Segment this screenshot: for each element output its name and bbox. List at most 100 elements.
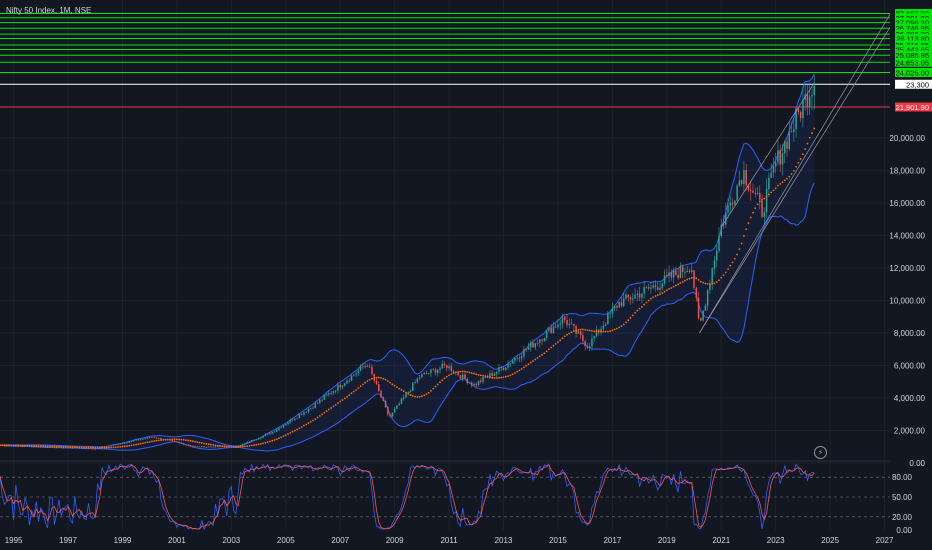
candle-body	[173, 440, 176, 442]
ma-dot	[654, 295, 657, 297]
ma-dot	[275, 438, 278, 441]
ma-dot	[339, 400, 342, 403]
ma-dot	[325, 410, 328, 413]
candle-body	[561, 316, 564, 324]
candle-body	[516, 357, 518, 359]
ma-dot	[604, 330, 607, 333]
ma-dot	[661, 292, 664, 294]
candle-body	[357, 370, 360, 374]
candle-body	[307, 409, 310, 412]
ma-dot	[30, 444, 33, 447]
candle-body	[511, 360, 514, 364]
candle-body	[502, 368, 505, 370]
candle-body	[611, 308, 614, 314]
symbol-title[interactable]: Nifty 50 Index, 1M, NSE	[6, 6, 91, 15]
candle-body	[294, 418, 296, 421]
candle-body	[309, 407, 312, 410]
ma-dot	[430, 389, 432, 392]
candle-body	[312, 407, 314, 409]
candle-body	[686, 270, 688, 272]
candle-body	[366, 366, 369, 367]
ma-dot	[71, 446, 74, 449]
ma-dot	[185, 439, 187, 442]
candle-body	[464, 374, 466, 379]
ma-dot	[94, 446, 97, 449]
ma-dot	[212, 444, 215, 446]
ma-dot	[663, 290, 666, 293]
candle-body	[566, 319, 568, 326]
ma-dot	[416, 395, 419, 398]
candle-body	[144, 438, 146, 440]
ma-dot	[477, 373, 480, 376]
ma-dot	[650, 297, 652, 300]
ma-dot	[420, 395, 423, 398]
candle-body	[777, 150, 779, 163]
candle-body	[305, 411, 307, 413]
candle-body	[554, 326, 557, 328]
ma-dot	[371, 377, 373, 380]
candle-body	[704, 305, 707, 311]
candle-body	[532, 342, 534, 348]
lightning-bolt-icon[interactable]: ⚡	[814, 446, 827, 459]
candle-body	[564, 316, 566, 320]
ma-dot	[155, 439, 158, 442]
candle-body	[480, 380, 482, 382]
candle-body	[591, 338, 593, 347]
ma-dot	[491, 376, 494, 379]
ma-dot	[398, 387, 401, 390]
ma-dot	[264, 441, 267, 444]
chart-canvas[interactable]: 0.00 2,000.00 4,000.00 6,000.00 8,000.00 10,0…	[0, 0, 932, 550]
candle-body	[194, 446, 196, 447]
ma-dot	[10, 444, 13, 447]
ma-dot	[293, 429, 296, 432]
ma-dot	[162, 438, 165, 441]
ma-dot	[139, 442, 142, 445]
candle-body	[201, 446, 203, 448]
candle-body	[548, 327, 550, 331]
candle-body	[398, 403, 400, 406]
candle-body	[550, 327, 552, 334]
ma-dot	[797, 161, 800, 164]
ma-dot	[722, 274, 725, 276]
candle-body	[418, 377, 421, 379]
ma-dot	[591, 330, 593, 332]
candle-body	[332, 390, 335, 394]
candle-body	[688, 270, 691, 272]
candle-body	[185, 444, 187, 446]
ma-dot	[146, 441, 149, 444]
ma-dot	[516, 370, 519, 373]
candle-body	[763, 212, 766, 217]
candle-body	[414, 382, 416, 383]
candle-body	[316, 402, 319, 404]
candle-body	[461, 374, 464, 379]
candle-body	[588, 346, 591, 348]
price-tick-label: 2,000.00	[894, 426, 926, 435]
candle-body	[400, 398, 403, 404]
ma-dot	[196, 441, 199, 444]
ma-dot	[241, 445, 244, 448]
ma-dot	[307, 422, 310, 424]
candle-body	[196, 446, 199, 448]
candle-body	[793, 128, 795, 133]
candle-body	[745, 169, 747, 186]
ma-dot	[584, 328, 587, 331]
candle-body	[539, 339, 541, 343]
candle-body	[482, 376, 484, 382]
candle-body	[337, 384, 339, 391]
candle-body	[180, 442, 183, 444]
candle-body	[126, 442, 128, 444]
candle-body	[579, 331, 582, 336]
candle-body	[636, 293, 639, 295]
ma-dot	[182, 438, 185, 441]
candle-body	[718, 236, 720, 251]
candle-body	[618, 302, 620, 308]
ma-dot	[92, 446, 94, 449]
candle-body	[339, 384, 341, 388]
ma-dot	[107, 446, 110, 449]
candle-body	[396, 405, 398, 410]
ma-dot	[448, 374, 450, 377]
ma-dot	[1, 444, 4, 447]
candle-body	[582, 335, 584, 342]
ma-dot	[21, 444, 24, 447]
ma-dot	[278, 437, 280, 440]
